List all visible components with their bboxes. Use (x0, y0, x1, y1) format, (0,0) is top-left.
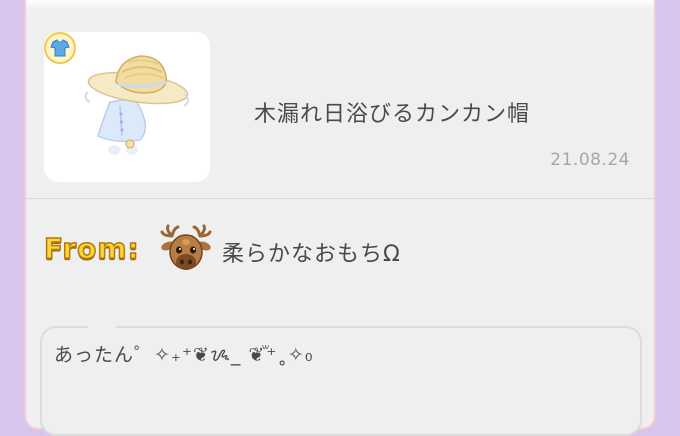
sender-name[interactable]: 柔らかなおもちΩ (222, 236, 401, 268)
item-date: 21.08.24 (550, 150, 630, 170)
reindeer-avatar-icon[interactable] (158, 224, 214, 276)
message-bubble-tail-cover (88, 324, 116, 332)
item-thumbnail[interactable] (44, 32, 210, 182)
section-divider (26, 198, 654, 199)
item-name: 木漏れ日浴びるカンカン帽 (254, 102, 531, 127)
card-top-strip (26, 0, 654, 10)
from-label: From: (43, 231, 140, 266)
outfit-category-icon (44, 32, 76, 64)
message-text: あったん゜✧₊⁺❦ᝰ_ ❦ꙻ⁺˳✧₀ (54, 344, 314, 366)
